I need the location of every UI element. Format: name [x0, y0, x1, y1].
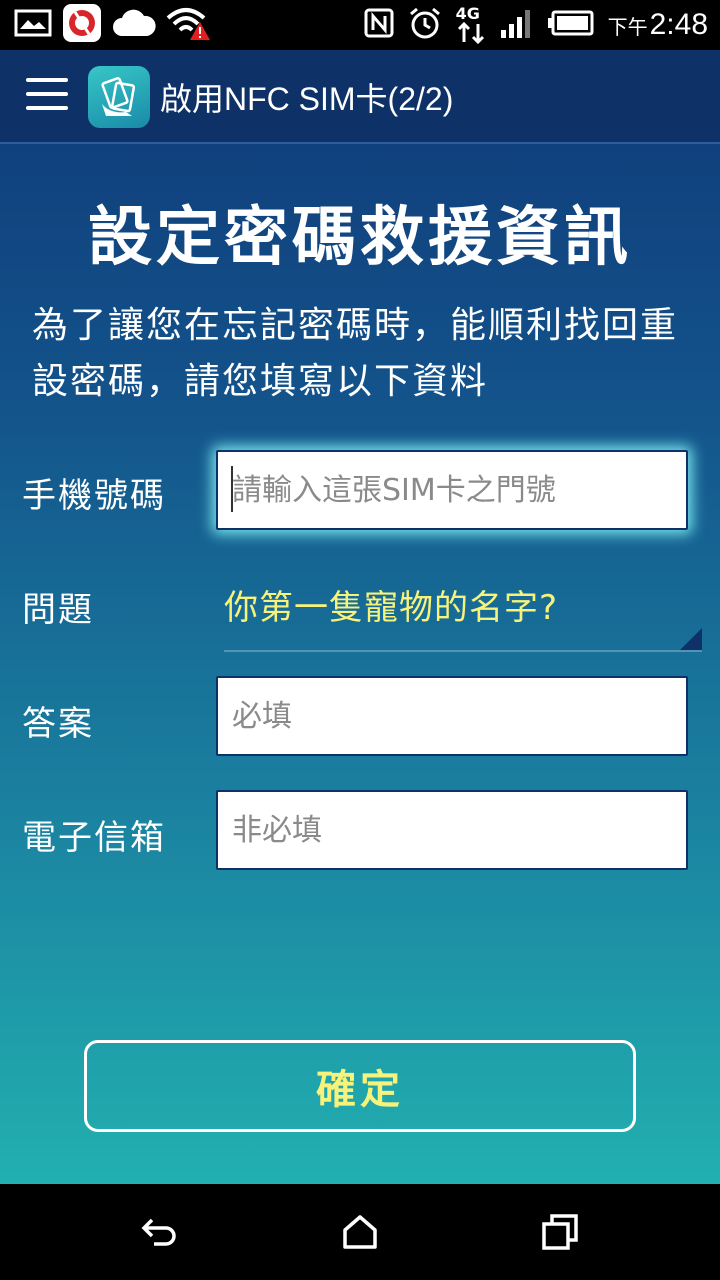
navigation-bar: [0, 1184, 720, 1280]
answer-label: 答案: [22, 704, 94, 744]
home-icon[interactable]: [340, 1212, 380, 1252]
battery-icon: [547, 10, 594, 40]
question-selected-value: 你第一隻寵物的名字?: [224, 588, 559, 628]
phone-label: 手機號碼: [22, 476, 166, 516]
notification-image-icon: [14, 8, 52, 42]
clock-period: 下午: [607, 15, 648, 39]
page-title: 設定密碼救援資訊: [88, 201, 632, 275]
status-bar: 4G 下午 2:48: [0, 0, 720, 50]
wifi-warning-icon: [166, 6, 210, 44]
question-select[interactable]: 你第一隻寵物的名字?: [224, 572, 702, 652]
recents-icon[interactable]: [540, 1212, 580, 1252]
email-label: 電子信箱: [22, 818, 166, 858]
phone-input[interactable]: [216, 450, 688, 530]
app-screen: 啟用NFC SIM卡(2/2) 設定密碼救援資訊 為了讓您在忘記密碼時，能順利找…: [0, 50, 720, 1184]
email-input[interactable]: [216, 790, 688, 870]
signal-icon: [500, 8, 534, 42]
clock: 下午 2:48: [608, 8, 708, 42]
nfc-icon: [364, 8, 394, 42]
answer-input[interactable]: [216, 676, 688, 756]
status-bar-system: 4G 下午 2:48: [364, 4, 708, 44]
app-notification-icon: [62, 3, 102, 47]
dropdown-arrow-icon: [680, 628, 702, 650]
confirm-button[interactable]: 確定: [84, 1040, 636, 1132]
network-type-label: 4G: [455, 4, 480, 23]
mobile-data-icon: 4G: [455, 4, 486, 44]
cloud-icon: [112, 8, 156, 42]
status-bar-notifications: [14, 3, 210, 47]
question-label: 問題: [22, 590, 94, 630]
app-title: 啟用NFC SIM卡(2/2): [160, 81, 454, 117]
action-bar: 啟用NFC SIM卡(2/2): [0, 50, 720, 144]
text-cursor: [231, 466, 233, 512]
alarm-icon: [408, 6, 442, 44]
menu-icon[interactable]: [26, 78, 68, 114]
clock-time: 2:48: [649, 8, 708, 41]
app-logo-icon: [88, 66, 150, 128]
page-description: 為了讓您在忘記密碼時，能順利找回重設密碼，請您填寫以下資料: [32, 305, 679, 402]
back-icon[interactable]: [140, 1212, 180, 1252]
